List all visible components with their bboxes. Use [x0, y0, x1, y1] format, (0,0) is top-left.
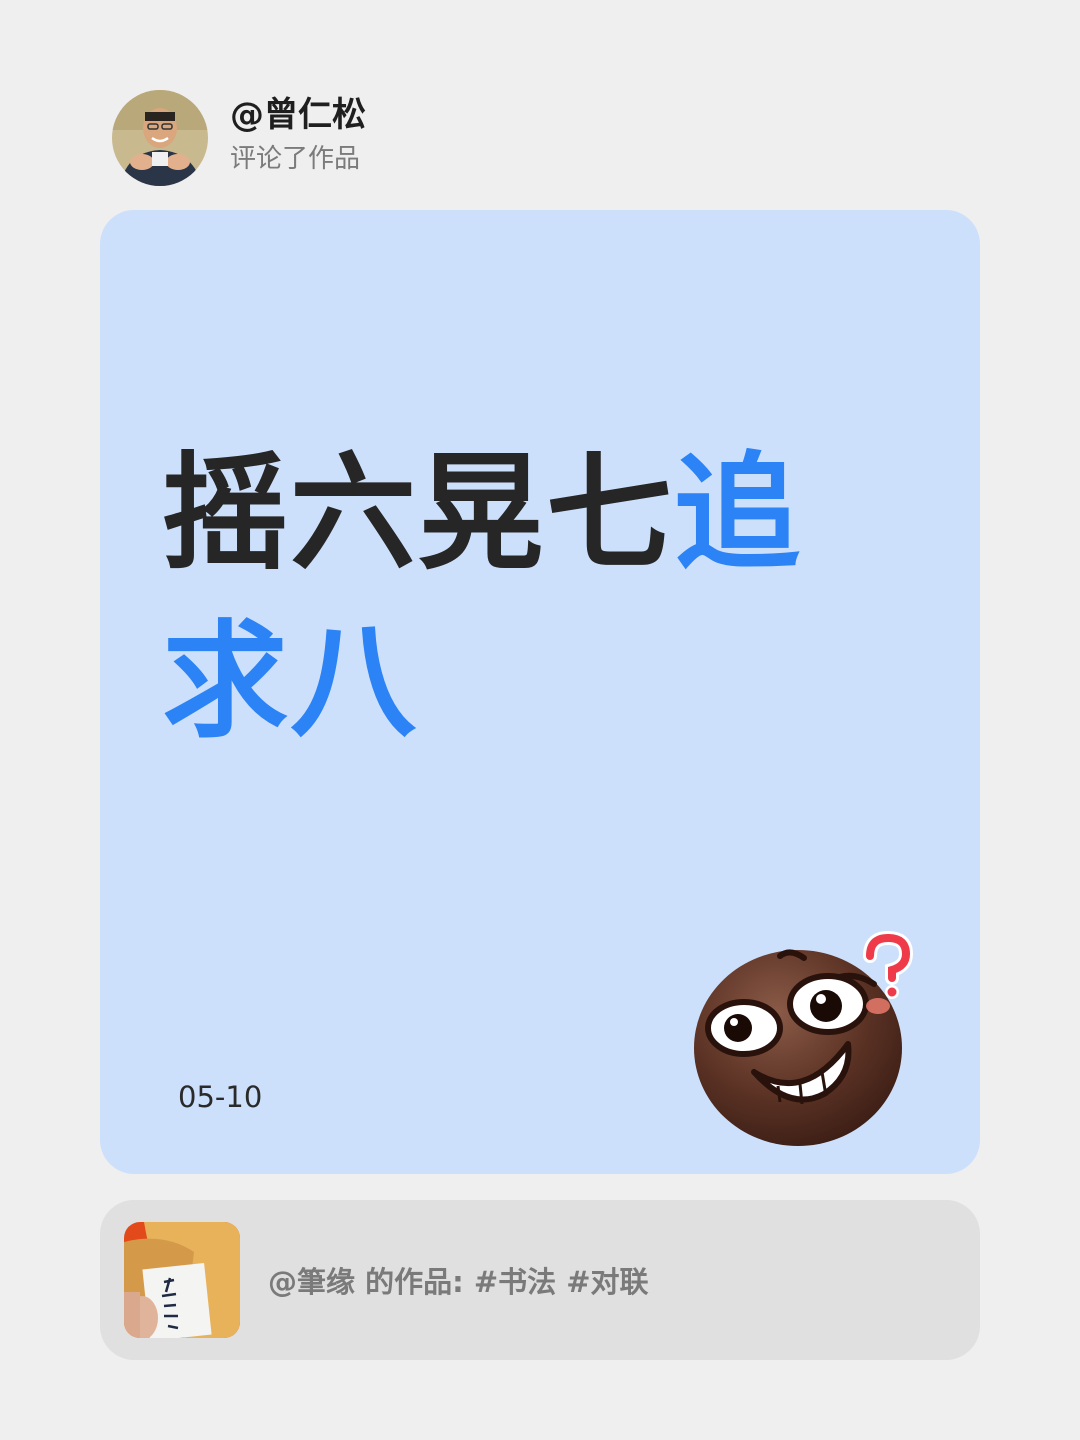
source-tags[interactable]: #书法 #对联: [474, 1265, 649, 1299]
comment-date: 05-10: [178, 1080, 263, 1114]
source-thumbnail[interactable]: [124, 1222, 240, 1338]
source-text: @筆缘 的作品: #书法 #对联: [268, 1259, 649, 1301]
comment-text-dark: 摇六晃七: [162, 440, 674, 587]
grinning-confused-face-icon: [694, 930, 914, 1146]
username[interactable]: @曾仁松: [230, 95, 366, 135]
source-author[interactable]: @筆缘: [268, 1265, 355, 1299]
comment-text: 摇六晃七追求八: [162, 430, 922, 766]
source-work-bar[interactable]: @筆缘 的作品: #书法 #对联: [100, 1200, 980, 1360]
comment-card[interactable]: 摇六晃七追求八 05-10: [100, 210, 980, 1174]
avatar-image: [112, 90, 208, 186]
source-middle: 的作品:: [355, 1265, 474, 1299]
post-header: @曾仁松 评论了作品: [112, 88, 366, 188]
user-avatar[interactable]: [112, 90, 208, 186]
user-meta: @曾仁松 评论了作品: [230, 95, 366, 175]
calligraphy-thumbnail: [124, 1222, 240, 1338]
action-text: 评论了作品: [230, 144, 361, 174]
